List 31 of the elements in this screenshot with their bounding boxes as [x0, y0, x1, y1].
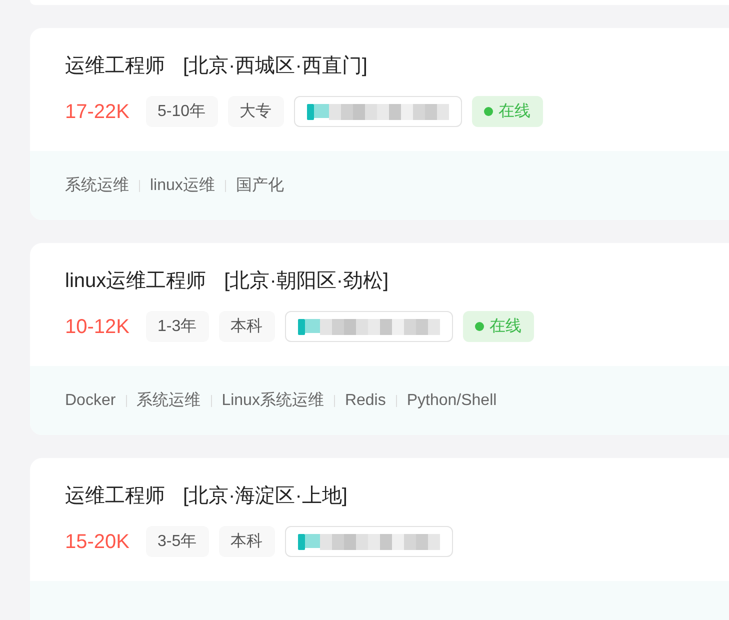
company-logo-icon: [306, 104, 329, 120]
skill-tag: 系统运维: [136, 388, 201, 412]
company-logo-icon: [298, 318, 320, 334]
salary: 15-20K: [65, 530, 130, 554]
requirement-tag: 3-5年: [146, 526, 209, 557]
job-title[interactable]: 运维工程师: [65, 52, 165, 80]
online-status: 在线: [462, 311, 534, 342]
requirement-tag: 本科: [218, 311, 275, 342]
job-title[interactable]: linux运维工程师: [65, 267, 206, 295]
skill-tag: Docker: [65, 388, 116, 412]
salary: 10-12K: [65, 314, 130, 340]
job-card[interactable]: linux运维工程师 [北京·朝阳区·劲松] 10-12K 1-3年 本科 在线 Docker 系统运维 Linux系统运维 Redis Python/Shell: [30, 243, 729, 435]
requirement-tag: 5-10年: [146, 96, 218, 127]
requirement-tag: 本科: [218, 526, 275, 557]
skill-tag: Redis: [344, 388, 386, 412]
skill-tag: linux运维: [150, 174, 215, 198]
company-logo-icon: [298, 534, 320, 550]
job-title[interactable]: 运维工程师: [65, 482, 165, 510]
skill-tag: Linux系统运维: [222, 388, 324, 412]
job-card[interactable]: 运维工程师 [北京·海淀区·上地] 15-20K 3-5年 本科: [30, 458, 729, 620]
requirement-tag: 1-3年: [146, 311, 209, 342]
skill-tag: Python/Shell: [406, 388, 497, 412]
job-card[interactable]: 运维工程师 [北京·西城区·西直门] 17-22K 5-10年 大专 在线 系统运维 linux运维 国产化: [30, 28, 729, 220]
requirement-tag: 大专: [228, 96, 284, 127]
skill-tag: 国产化: [236, 174, 284, 198]
skill-tag: 系统运维: [65, 174, 129, 198]
online-status: 在线: [472, 96, 543, 127]
job-location: [北京·海淀区·上地]: [183, 484, 348, 509]
salary: 17-22K: [65, 100, 130, 124]
job-location: [北京·西城区·西直门]: [183, 54, 368, 79]
job-location: [北京·朝阳区·劲松]: [224, 269, 389, 294]
